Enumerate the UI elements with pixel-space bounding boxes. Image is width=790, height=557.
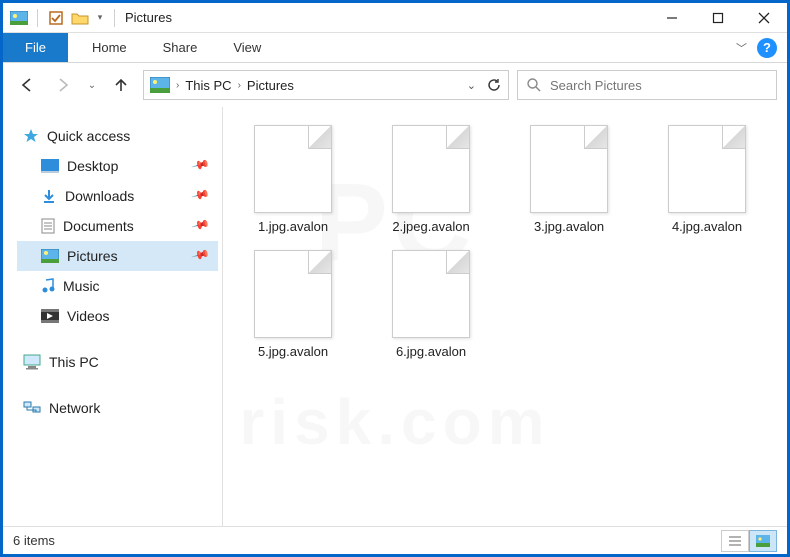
- folder-icon[interactable]: [70, 9, 90, 27]
- maximize-button[interactable]: [695, 3, 741, 33]
- tab-view[interactable]: View: [215, 33, 279, 62]
- ribbon: File Home Share View ﹀ ?: [3, 33, 787, 63]
- pin-icon: 📌: [191, 215, 214, 237]
- videos-icon: [41, 309, 59, 323]
- sidebar-item-label: Music: [63, 278, 100, 294]
- documents-icon: [41, 218, 55, 234]
- help-icon[interactable]: ?: [757, 38, 777, 58]
- file-thumb-icon: [392, 250, 470, 338]
- address-dropdown-icon[interactable]: ⌄: [467, 79, 476, 92]
- sidebar-item-label: Desktop: [67, 158, 118, 174]
- forward-button[interactable]: [49, 71, 77, 99]
- app-icon: [9, 9, 29, 27]
- file-name: 5.jpg.avalon: [258, 344, 328, 359]
- sidebar-item-videos[interactable]: Videos: [17, 301, 218, 331]
- sidebar-item-downloads[interactable]: Downloads 📌: [17, 181, 218, 211]
- breadcrumb-pictures[interactable]: Pictures: [247, 78, 294, 93]
- chevron-right-icon[interactable]: ›: [238, 80, 241, 91]
- view-details-button[interactable]: [721, 530, 749, 552]
- recent-dropdown-icon[interactable]: ⌄: [85, 71, 99, 99]
- location-pictures-icon: [150, 77, 170, 93]
- desktop-icon: [41, 159, 59, 173]
- file-list[interactable]: 1.jpg.avalon 2.jpeg.avalon 3.jpg.avalon …: [223, 107, 787, 526]
- tab-share[interactable]: Share: [145, 33, 216, 62]
- music-icon: [41, 278, 55, 294]
- file-name: 2.jpeg.avalon: [392, 219, 469, 234]
- file-item[interactable]: 1.jpg.avalon: [233, 121, 353, 238]
- file-item[interactable]: 3.jpg.avalon: [509, 121, 629, 238]
- titlebar: ▾ Pictures: [3, 3, 787, 33]
- tab-home[interactable]: Home: [74, 33, 145, 62]
- view-large-icons-button[interactable]: [749, 530, 777, 552]
- file-thumb-icon: [254, 250, 332, 338]
- address-row: ⌄ › This PC › Pictures ⌄: [3, 63, 787, 107]
- file-thumb-icon: [530, 125, 608, 213]
- sidebar-item-label: Videos: [67, 308, 110, 324]
- file-item[interactable]: 6.jpg.avalon: [371, 246, 491, 363]
- file-item[interactable]: 2.jpeg.avalon: [371, 121, 491, 238]
- file-thumb-icon: [254, 125, 332, 213]
- up-button[interactable]: [107, 71, 135, 99]
- file-name: 6.jpg.avalon: [396, 344, 466, 359]
- sidebar-item-label: Quick access: [47, 128, 130, 144]
- sidebar-item-label: Documents: [63, 218, 134, 234]
- file-name: 1.jpg.avalon: [258, 219, 328, 234]
- sidebar-item-label: This PC: [49, 354, 99, 370]
- chevron-right-icon[interactable]: ›: [176, 80, 179, 91]
- file-name: 4.jpg.avalon: [672, 219, 742, 234]
- window-title: Pictures: [119, 10, 172, 25]
- sidebar-item-label: Downloads: [65, 188, 134, 204]
- main-area: Quick access Desktop 📌 Downloads 📌 Docum…: [3, 107, 787, 526]
- sidebar-quick-access[interactable]: Quick access: [17, 121, 218, 151]
- sidebar-item-music[interactable]: Music: [17, 271, 218, 301]
- qat-dropdown-icon[interactable]: ▾: [94, 9, 106, 27]
- ribbon-expand-icon[interactable]: ﹀: [736, 40, 747, 56]
- status-item-count: 6 items: [13, 533, 55, 548]
- close-button[interactable]: [741, 3, 787, 33]
- file-item[interactable]: 4.jpg.avalon: [647, 121, 767, 238]
- file-item[interactable]: 5.jpg.avalon: [233, 246, 353, 363]
- quick-access-toolbar: ▾: [3, 9, 119, 27]
- pin-icon: 📌: [191, 245, 214, 267]
- file-tab[interactable]: File: [3, 33, 68, 62]
- properties-icon[interactable]: [46, 9, 66, 27]
- pin-icon: 📌: [191, 155, 214, 177]
- file-thumb-icon: [392, 125, 470, 213]
- pictures-icon: [41, 249, 59, 263]
- search-box[interactable]: [517, 70, 777, 100]
- star-icon: [23, 128, 39, 144]
- sidebar-item-documents[interactable]: Documents 📌: [17, 211, 218, 241]
- pin-icon: 📌: [191, 185, 214, 207]
- search-icon: [526, 77, 542, 93]
- address-bar[interactable]: › This PC › Pictures ⌄: [143, 70, 509, 100]
- downloads-icon: [41, 188, 57, 204]
- sidebar-item-label: Network: [49, 400, 100, 416]
- window-controls: [649, 3, 787, 33]
- file-thumb-icon: [668, 125, 746, 213]
- network-icon: [23, 400, 41, 416]
- sidebar-item-desktop[interactable]: Desktop 📌: [17, 151, 218, 181]
- search-input[interactable]: [550, 78, 768, 93]
- file-name: 3.jpg.avalon: [534, 219, 604, 234]
- navigation-pane: Quick access Desktop 📌 Downloads 📌 Docum…: [3, 107, 223, 526]
- breadcrumb-this-pc[interactable]: This PC: [185, 78, 231, 93]
- sidebar-item-pictures[interactable]: Pictures 📌: [17, 241, 218, 271]
- status-bar: 6 items: [3, 526, 787, 554]
- sidebar-this-pc[interactable]: This PC: [17, 347, 218, 377]
- refresh-icon[interactable]: [486, 77, 502, 93]
- sidebar-item-label: Pictures: [67, 248, 118, 264]
- sidebar-network[interactable]: Network: [17, 393, 218, 423]
- this-pc-icon: [23, 354, 41, 370]
- minimize-button[interactable]: [649, 3, 695, 33]
- back-button[interactable]: [13, 71, 41, 99]
